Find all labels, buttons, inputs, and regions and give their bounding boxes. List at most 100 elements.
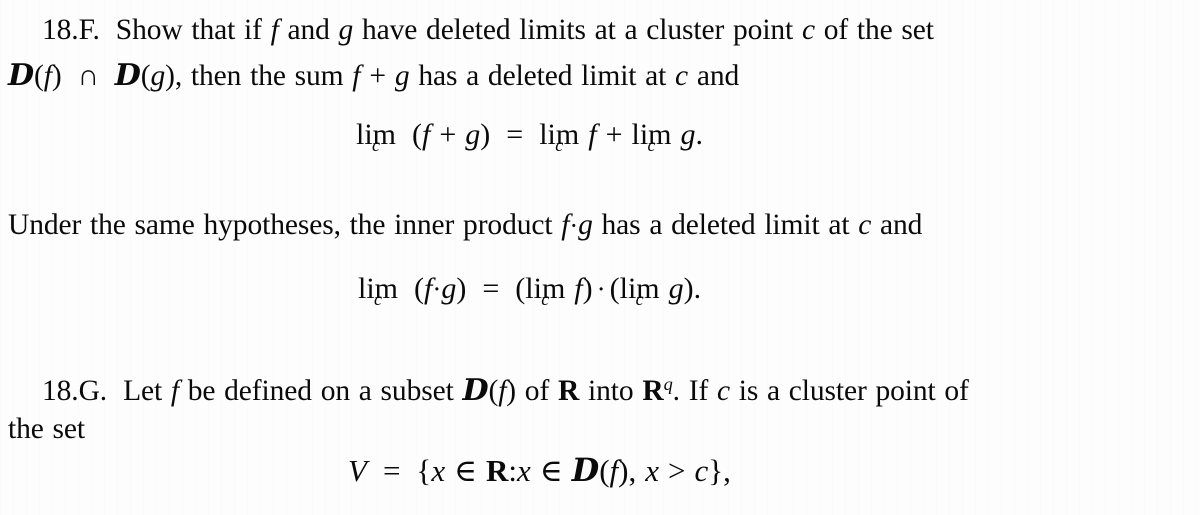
- inner-product-dot: ·: [569, 210, 579, 240]
- exercise-18g-text-e: is a cluster point of: [729, 375, 969, 408]
- var-c: c: [858, 209, 872, 241]
- limit-subscript: c: [635, 289, 644, 310]
- var-x: x: [517, 453, 531, 488]
- var-f: f: [422, 118, 431, 151]
- frak-D: D: [571, 452, 600, 489]
- intersection-symbol: ∩: [77, 60, 99, 92]
- paren-close: ): [618, 453, 629, 488]
- equation-sum-limit: lim c (f + g) = lim c f + lim c g.: [356, 118, 704, 156]
- middle-paragraph: Under the same hypotheses, the inner pro…: [8, 203, 1158, 248]
- middle-paragraph-text-b: has a deleted limit at: [592, 209, 859, 241]
- paren-close-group-1: ): [582, 272, 593, 305]
- var-g: g: [465, 118, 481, 151]
- var-g: g: [338, 14, 354, 46]
- exercise-18f-text-end: and: [688, 60, 740, 92]
- var-f: f: [352, 60, 361, 92]
- cut-off-top-line: · · · · · · ·· · · · ·: [0, 0, 1200, 4]
- element-of-symbol-2: ∈: [539, 453, 563, 488]
- comma-2: ,: [723, 453, 731, 488]
- set-R-2: R: [642, 375, 664, 408]
- exercise-18f-label: 18.F.: [42, 14, 100, 46]
- var-c: c: [716, 375, 730, 408]
- limit-subscript: c: [372, 135, 380, 156]
- exercise-18f-text-b: and: [278, 14, 339, 46]
- equation-set-V: V = {x ∈ R:x ∈ D(f), x > c},: [348, 452, 731, 489]
- equals-symbol: =: [382, 453, 401, 488]
- var-c: c: [694, 453, 709, 488]
- var-f: f: [270, 14, 279, 46]
- paren-open-1: (: [33, 60, 44, 92]
- set-R-1: R: [557, 375, 580, 408]
- inner-product-dot: ·: [432, 274, 442, 304]
- paren-close-1: ): [51, 60, 62, 92]
- exercise-18f-text-tail: has a deleted limit at: [409, 60, 676, 92]
- frak-D-1: D: [8, 58, 34, 93]
- var-g: g: [394, 60, 410, 92]
- exercise-18f-text-c: have deleted limits at a cluster point: [353, 14, 802, 46]
- equation-product-limit: lim c (f·g) =(lim c f) ·(lim c g).: [358, 272, 701, 310]
- var-g: g: [441, 272, 457, 305]
- center-dot: ·: [596, 274, 606, 304]
- limit-subscript: c: [555, 135, 564, 156]
- exercise-18g-text-d: . If: [672, 375, 717, 408]
- var-g: g: [668, 272, 684, 305]
- element-of-symbol-1: ∈: [454, 453, 478, 488]
- comma-1: ,: [628, 453, 637, 488]
- scanned-page: · · · · · · ·· · · · · 18.F. Show that if…: [0, 0, 1200, 515]
- paren-open-2: (: [140, 60, 151, 92]
- brace-close: }: [708, 453, 724, 488]
- paren-close: ): [456, 272, 467, 305]
- limit-operator-3: lim c: [620, 272, 660, 310]
- paren-open-group-1: (: [515, 272, 526, 305]
- exercise-18g-text-b: be defined on a subset: [178, 375, 463, 408]
- var-x: x: [645, 453, 659, 488]
- middle-paragraph-text-a: Under the same hypotheses, the inner pro…: [8, 209, 562, 241]
- var-f: f: [574, 272, 583, 305]
- var-f: f: [43, 60, 52, 92]
- limit-operator-3: lim c: [631, 118, 671, 156]
- plus-symbol: +: [605, 118, 623, 151]
- exercise-18f-line-2: D(f) ∩ D(g), then the sum f + g has a delete…: [8, 53, 1158, 99]
- paren-open: (: [488, 375, 499, 408]
- equals-symbol: =: [482, 272, 500, 305]
- exercise-18g-line-2-text: the set: [8, 413, 85, 445]
- greater-than-symbol: >: [667, 453, 686, 488]
- paren-open: (: [412, 118, 423, 151]
- var-f: f: [609, 453, 619, 488]
- var-c: c: [675, 60, 689, 92]
- var-g: g: [150, 60, 166, 92]
- var-c: c: [801, 14, 815, 46]
- exercise-18g-label: 18.G.: [42, 375, 108, 408]
- limit-operator-2: lim c: [525, 272, 565, 310]
- paren-open: (: [599, 453, 610, 488]
- exercise-18g-text-c: into: [579, 375, 643, 408]
- limit-operator-1: lim c: [358, 272, 398, 310]
- var-V: V: [348, 453, 367, 488]
- var-g: g: [680, 118, 696, 151]
- equals-symbol: =: [506, 118, 524, 151]
- exercise-18f-line-1: 18.F. Show that if f and g have deleted l…: [8, 8, 1158, 53]
- var-f: f: [588, 118, 597, 151]
- exercise-18g-text-a: Let: [123, 375, 171, 408]
- exercise-18g-text-close: ) of: [506, 375, 558, 408]
- colon-symbol: :: [508, 453, 518, 488]
- limit-subscript: c: [647, 135, 656, 156]
- paren-open-group-2: (: [609, 272, 620, 305]
- exercise-18f-text-d: of the set: [814, 14, 934, 46]
- superscript-q: q: [663, 374, 673, 394]
- brace-open: {: [416, 453, 432, 488]
- plus-symbol: +: [369, 60, 386, 92]
- middle-paragraph-text-c: and: [871, 209, 923, 241]
- exercise-18f-text-close: ), then the sum: [165, 60, 353, 92]
- limit-subscript: c: [541, 289, 550, 310]
- limit-subscript: c: [374, 289, 382, 310]
- paren-close: ): [480, 118, 491, 151]
- paren-open: (: [414, 272, 425, 305]
- var-g: g: [578, 209, 593, 241]
- var-x: x: [431, 453, 446, 488]
- limit-operator-1: lim c: [356, 118, 396, 156]
- exercise-18f-text-a: Show that if: [115, 14, 271, 46]
- set-R: R: [486, 453, 509, 488]
- frak-D: D: [462, 373, 489, 409]
- period: .: [695, 118, 704, 151]
